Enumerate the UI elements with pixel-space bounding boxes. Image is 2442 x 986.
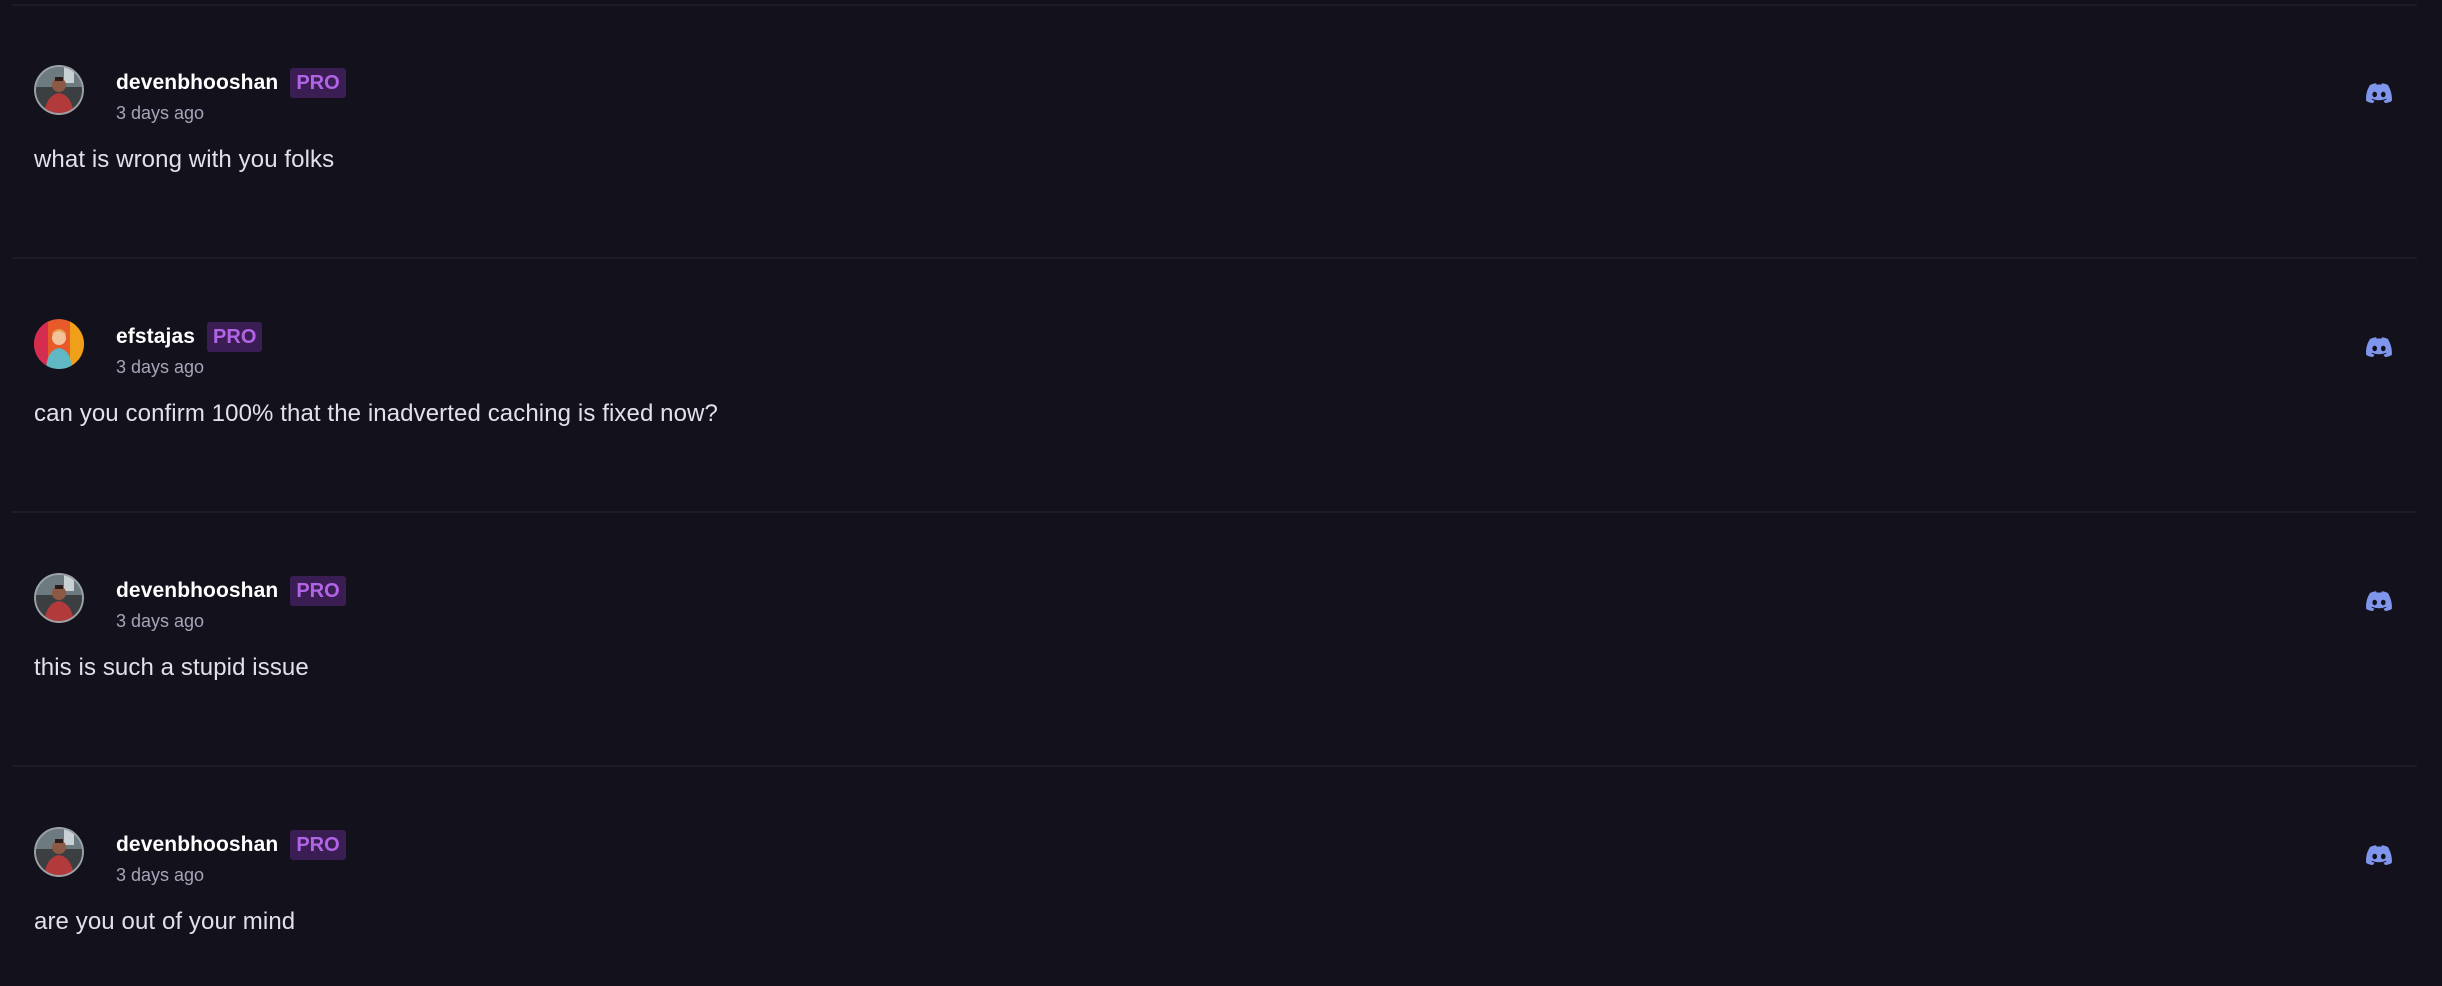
pro-badge: PRO	[290, 576, 346, 606]
user-photo-avatar-icon	[34, 827, 84, 877]
avatar[interactable]	[34, 319, 84, 369]
timestamp: 3 days ago	[116, 865, 205, 885]
discord-icon	[2366, 845, 2392, 865]
post-meta: devenbhooshan PRO 3 days ago	[116, 575, 346, 632]
username[interactable]: efstajas	[116, 325, 195, 349]
message-text: this is such a stupid issue	[34, 654, 309, 681]
avatar[interactable]	[34, 65, 84, 115]
message-item: efstajas PRO 3 days ago can you confirm …	[12, 259, 2417, 513]
post-meta: efstajas PRO 3 days ago	[116, 321, 263, 378]
post-meta: devenbhooshan PRO 3 days ago	[116, 829, 346, 886]
pro-badge: PRO	[290, 68, 346, 98]
avatar[interactable]	[34, 573, 84, 623]
message-item: devenbhooshan PRO 3 days ago are you out…	[12, 767, 2417, 986]
pro-badge: PRO	[207, 322, 263, 352]
timestamp: 3 days ago	[116, 103, 205, 123]
user-photo-avatar-icon	[34, 65, 84, 115]
username[interactable]: devenbhooshan	[116, 833, 278, 857]
discord-link[interactable]	[2361, 329, 2397, 365]
username[interactable]: devenbhooshan	[116, 71, 278, 95]
message-text: are you out of your mind	[34, 908, 296, 935]
discord-link[interactable]	[2361, 75, 2397, 111]
username[interactable]: devenbhooshan	[116, 579, 278, 603]
user-photo-avatar-icon	[34, 319, 84, 369]
discord-icon	[2366, 591, 2392, 611]
discord-link[interactable]	[2361, 583, 2397, 619]
avatar[interactable]	[34, 827, 84, 877]
timestamp: 3 days ago	[116, 611, 205, 631]
message-feed: devenbhooshan PRO 3 days ago what is wro…	[0, 0, 2442, 986]
discord-link[interactable]	[2361, 837, 2397, 873]
message-item: devenbhooshan PRO 3 days ago what is wro…	[12, 5, 2417, 259]
post-meta: devenbhooshan PRO 3 days ago	[116, 67, 346, 124]
message-text: can you confirm 100% that the inadverted…	[34, 400, 718, 427]
pro-badge: PRO	[290, 830, 346, 860]
user-photo-avatar-icon	[34, 573, 84, 623]
discord-icon	[2366, 83, 2392, 103]
message-item: devenbhooshan PRO 3 days ago this is suc…	[12, 513, 2417, 767]
discord-icon	[2366, 337, 2392, 357]
message-text: what is wrong with you folks	[34, 146, 335, 173]
timestamp: 3 days ago	[116, 357, 205, 377]
